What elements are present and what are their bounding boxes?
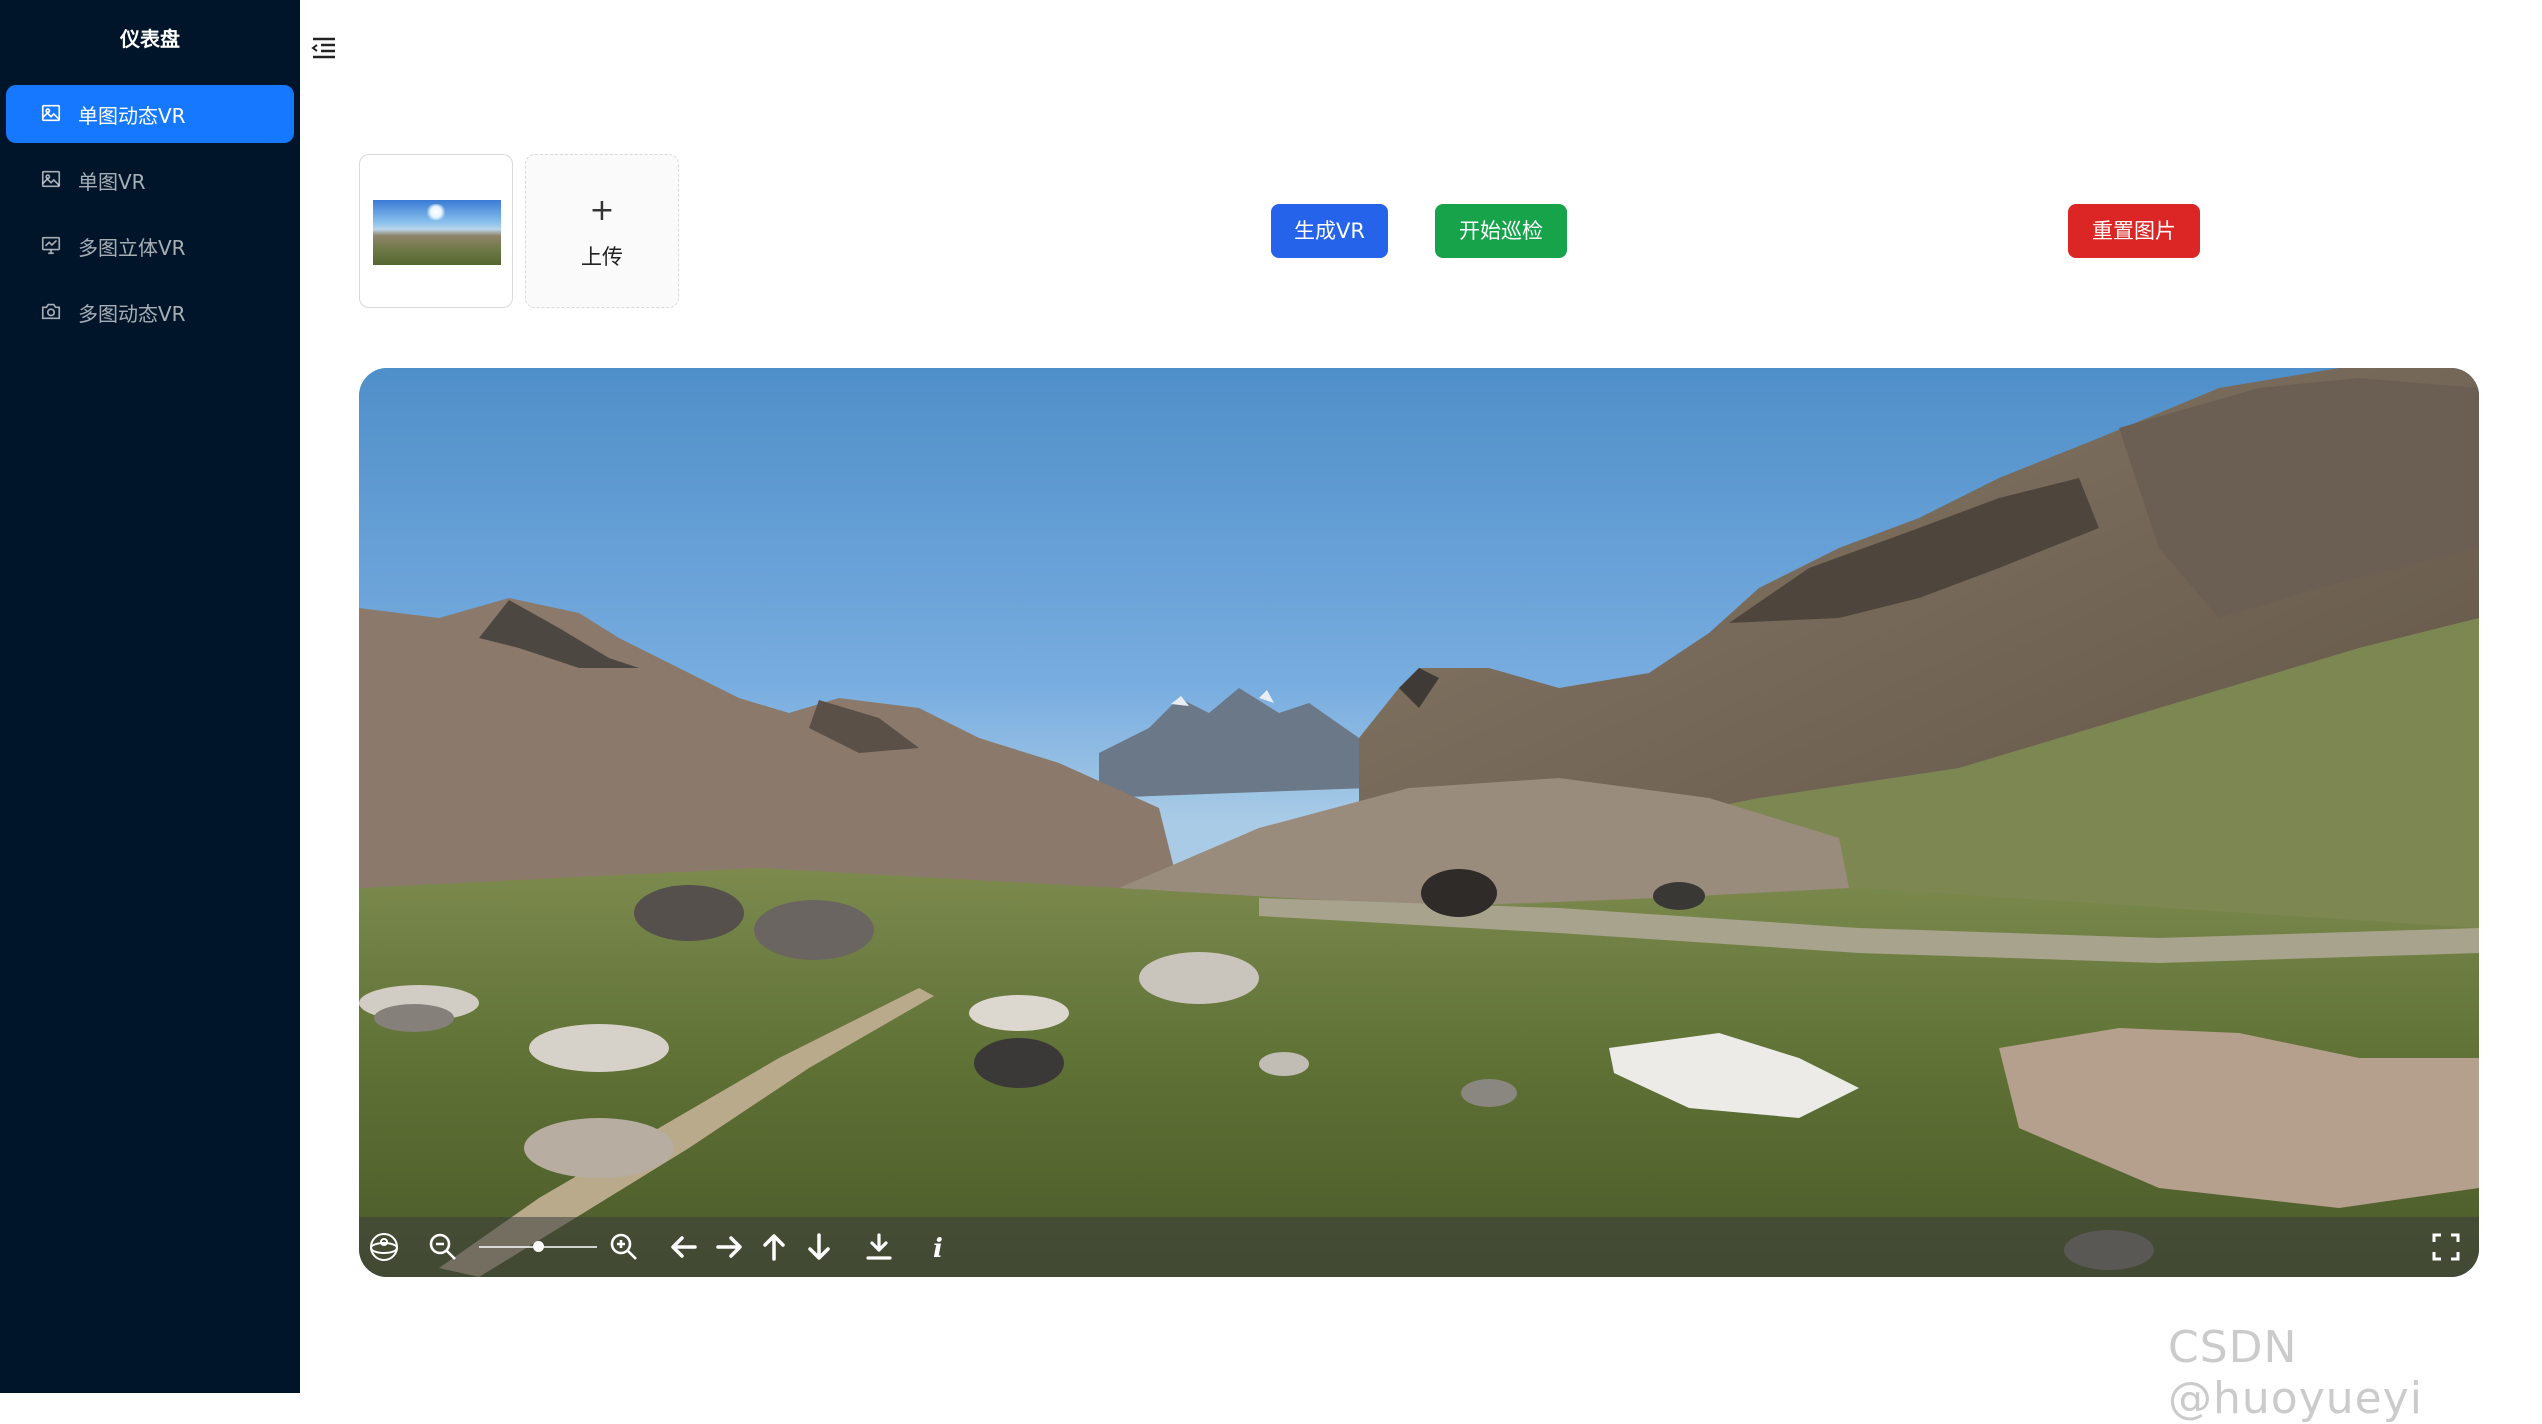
sidebar-title: 仪表盘 — [120, 27, 180, 51]
camera-icon — [40, 300, 64, 324]
sidebar-item-label: 多图立体VR — [78, 235, 186, 260]
svg-text:i: i — [933, 1234, 943, 1263]
viewer-navbar: i — [359, 1217, 2479, 1277]
plus-icon: + — [589, 193, 615, 228]
sidebar-item-multi-stereo-vr[interactable]: 多图立体VR — [6, 217, 294, 275]
zoom-range-knob[interactable] — [533, 1241, 544, 1252]
sidebar-item-label: 单图VR — [78, 169, 146, 194]
zoom-out-icon[interactable] — [426, 1230, 460, 1264]
fullscreen-icon[interactable] — [2429, 1230, 2463, 1264]
panorama-thumbnail-image — [373, 200, 501, 265]
info-icon[interactable]: i — [921, 1230, 955, 1264]
sidebar-item-multi-dynamic-vr[interactable]: 多图动态VR — [6, 283, 294, 341]
sidebar-item-single-dynamic-vr[interactable]: 单图动态VR — [6, 85, 294, 143]
arrow-up-icon[interactable] — [757, 1230, 791, 1264]
panorama-scene — [359, 368, 2479, 1277]
auto-rotate-icon[interactable] — [367, 1230, 401, 1264]
vr-panorama-viewer[interactable]: i — [359, 368, 2479, 1277]
sidebar-item-label: 多图动态VR — [78, 301, 186, 326]
sidebar-item-single-vr[interactable]: 单图VR — [6, 151, 294, 209]
zoom-in-icon[interactable] — [607, 1230, 641, 1264]
sidebar: 仪表盘 单图动态VR 单图VR 多图立体VR 多图动态VR — [0, 0, 300, 1393]
uploaded-image-thumbnail[interactable] — [359, 154, 513, 308]
upload-button[interactable]: + 上传 — [525, 154, 679, 308]
thumbnail-sun — [425, 204, 447, 220]
start-patrol-button[interactable]: 开始巡检 — [1435, 204, 1567, 258]
menu-fold-icon[interactable] — [306, 30, 342, 66]
picture-icon — [40, 102, 64, 126]
arrow-right-icon[interactable] — [712, 1230, 746, 1264]
watermark: CSDN @huoyueyi — [2168, 1322, 2423, 1424]
reset-image-button[interactable]: 重置图片 — [2068, 204, 2200, 258]
arrow-down-icon[interactable] — [802, 1230, 836, 1264]
sidebar-item-label: 单图动态VR — [78, 103, 186, 128]
upload-label: 上传 — [581, 245, 623, 269]
arrow-left-icon[interactable] — [667, 1230, 701, 1264]
picture-icon — [40, 168, 64, 192]
sidebar-menu: 单图动态VR 单图VR 多图立体VR 多图动态VR — [0, 78, 300, 341]
download-icon[interactable] — [862, 1230, 896, 1264]
generate-vr-button[interactable]: 生成VR — [1271, 204, 1388, 258]
fund-icon — [40, 234, 64, 258]
